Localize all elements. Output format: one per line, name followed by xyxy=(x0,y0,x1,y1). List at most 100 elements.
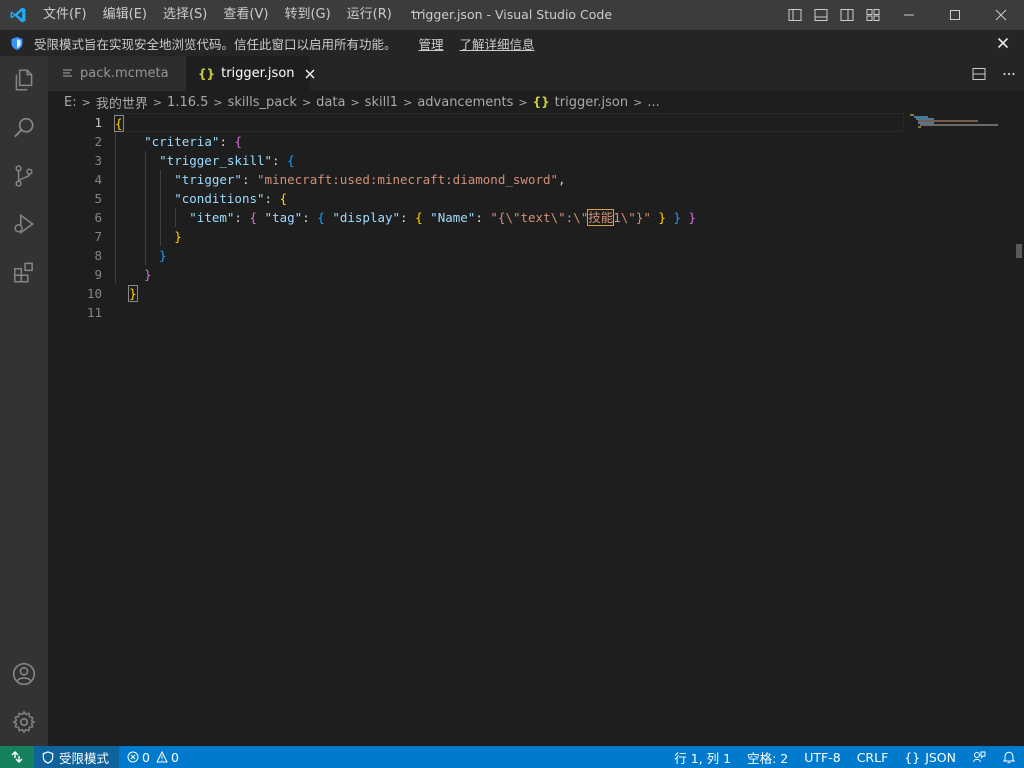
toggle-primary-sidebar-icon[interactable] xyxy=(782,0,808,30)
warning-count: 0 xyxy=(170,749,179,765)
menu-edit[interactable]: 编辑(E) xyxy=(95,0,155,30)
tab-label: pack.mcmeta xyxy=(80,66,169,81)
indentation[interactable]: 空格: 2 xyxy=(739,746,796,768)
toggle-secondary-sidebar-icon[interactable] xyxy=(834,0,860,30)
end-of-line[interactable]: CRLF xyxy=(849,746,897,768)
line-number: 6 xyxy=(94,210,102,225)
code-line: } xyxy=(174,229,182,244)
menu-run[interactable]: 运行(R) xyxy=(339,0,400,30)
breadcrumb-item[interactable]: 我的世界 xyxy=(96,93,148,112)
code-line: "item": { "tag": { "display": { "Name": … xyxy=(189,209,697,226)
extensions-icon[interactable] xyxy=(0,248,48,296)
code-line: } xyxy=(159,248,167,263)
breadcrumb-item[interactable]: data xyxy=(316,95,345,110)
activity-bar xyxy=(0,56,48,746)
line-number: 10 xyxy=(86,286,102,301)
json-key: "conditions" xyxy=(174,191,265,206)
source-control-icon[interactable] xyxy=(0,152,48,200)
json-braces-icon: {} xyxy=(198,66,216,81)
language-mode[interactable]: {} JSON xyxy=(896,746,964,768)
tab-pack-mcmeta[interactable]: pack.mcmeta xyxy=(48,56,186,91)
close-window-icon[interactable] xyxy=(978,0,1024,30)
explorer-icon[interactable] xyxy=(0,56,48,104)
notifications-bell-icon[interactable] xyxy=(994,746,1024,768)
line-number: 8 xyxy=(94,248,102,263)
restricted-mode-status[interactable]: 受限模式 xyxy=(34,746,120,768)
json-string: 1\"}" xyxy=(613,210,651,225)
line-number: 11 xyxy=(86,305,102,320)
breadcrumb-item[interactable]: 1.16.5 xyxy=(167,95,208,110)
json-braces-icon: {} xyxy=(904,749,921,765)
cursor-position[interactable]: 行 1, 列 1 xyxy=(666,746,739,768)
menu-view[interactable]: 查看(V) xyxy=(215,0,276,30)
error-count: 0 xyxy=(142,749,150,765)
maximize-icon[interactable] xyxy=(932,0,978,30)
json-string: "{\"text\":\" xyxy=(490,210,589,225)
lines-icon xyxy=(62,67,74,81)
banner-manage-link[interactable]: 管理 xyxy=(419,34,444,53)
json-key: "criteria" xyxy=(144,134,220,149)
warning-icon xyxy=(156,751,168,763)
problems-status[interactable]: 0 0 xyxy=(119,746,187,768)
code-line: } xyxy=(128,285,138,302)
chevron-right-icon: > xyxy=(403,95,413,109)
json-key: "item" xyxy=(189,210,235,225)
more-actions-icon[interactable] xyxy=(994,56,1024,91)
scroll-marker xyxy=(1016,244,1022,258)
line-number: 4 xyxy=(94,172,102,187)
shield-icon xyxy=(42,750,54,764)
menu-go[interactable]: 转到(G) xyxy=(276,0,338,30)
line-number: 1 xyxy=(94,115,102,130)
remote-icon[interactable] xyxy=(0,746,34,768)
tab-close-icon[interactable] xyxy=(305,66,315,82)
line-number: 3 xyxy=(94,153,102,168)
breadcrumb-item[interactable]: skill1 xyxy=(365,95,398,110)
restricted-mode-label: 受限模式 xyxy=(59,750,110,766)
search-icon[interactable] xyxy=(0,104,48,152)
shield-icon xyxy=(0,30,34,56)
code-line: { xyxy=(114,113,904,132)
toggle-panel-icon[interactable] xyxy=(808,0,834,30)
chevron-right-icon: > xyxy=(518,95,528,109)
line-number: 2 xyxy=(94,134,102,149)
encoding[interactable]: UTF-8 xyxy=(796,746,848,768)
tab-label: trigger.json xyxy=(221,66,295,81)
chevron-right-icon: > xyxy=(213,95,223,109)
json-key: "tag" xyxy=(264,210,303,225)
editor-area: pack.mcmeta {} trigger.json E: > 我的世界 > … xyxy=(48,56,1024,746)
menu-more-button[interactable]: ··· xyxy=(400,0,435,30)
json-key: "trigger_skill" xyxy=(159,153,273,168)
gear-icon[interactable] xyxy=(0,698,48,746)
breadcrumb-item[interactable]: E: xyxy=(64,95,77,110)
breadcrumb: E: > 我的世界 > 1.16.5 > skills_pack > data … xyxy=(48,91,1024,113)
split-editor-icon[interactable] xyxy=(964,56,994,91)
json-key: "trigger" xyxy=(174,172,242,187)
language-label: JSON xyxy=(925,749,956,765)
json-key: "display" xyxy=(332,210,401,225)
feedback-icon[interactable] xyxy=(964,746,994,768)
code-line: "trigger": "minecraft:used:minecraft:dia… xyxy=(174,172,566,187)
breadcrumb-file[interactable]: trigger.json xyxy=(555,95,628,110)
breadcrumb-ellipsis[interactable]: ... xyxy=(647,95,659,110)
code-editor[interactable]: 1 2 3 4 5 6 7 8 9 10 11 { "criteria": { … xyxy=(48,113,1024,746)
vertical-scrollbar[interactable] xyxy=(1010,113,1024,746)
breadcrumb-item[interactable]: skills_pack xyxy=(228,95,297,110)
banner-close-icon[interactable] xyxy=(992,30,1014,56)
customize-layout-icon[interactable] xyxy=(860,0,886,30)
code-lines: { "criteria": { "trigger_skill": { "trig… xyxy=(114,113,904,322)
minimap[interactable] xyxy=(908,113,1008,153)
minimize-icon[interactable] xyxy=(886,0,932,30)
code-line: "conditions": { xyxy=(174,191,288,206)
breadcrumb-item[interactable]: advancements xyxy=(417,95,513,110)
menu-file[interactable]: 文件(F) xyxy=(35,0,95,30)
error-icon xyxy=(127,751,139,763)
chevron-right-icon: > xyxy=(301,95,312,109)
menu-selection[interactable]: 选择(S) xyxy=(155,0,215,30)
restricted-mode-banner: 受限模式旨在实现安全地浏览代码。信任此窗口以启用所有功能。 管理 了解详细信息 xyxy=(0,30,1024,56)
accounts-icon[interactable] xyxy=(0,650,48,698)
tab-trigger-json[interactable]: {} trigger.json xyxy=(186,56,314,91)
banner-details-link[interactable]: 了解详细信息 xyxy=(460,34,535,53)
vscode-logo-icon[interactable] xyxy=(0,0,35,30)
run-debug-icon[interactable] xyxy=(0,200,48,248)
